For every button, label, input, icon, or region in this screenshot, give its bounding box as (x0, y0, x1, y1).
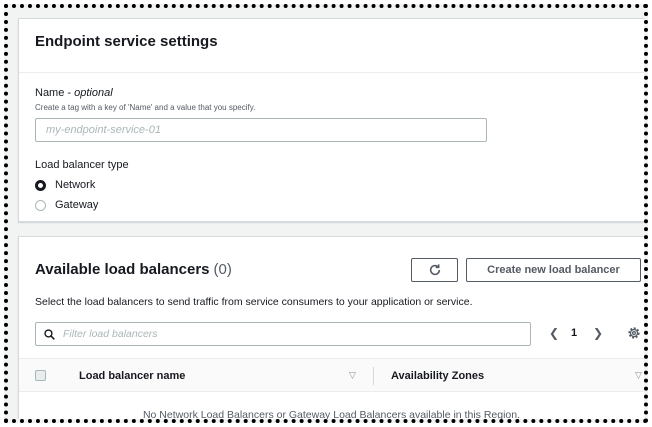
available-description: Select the load balancers to send traffi… (35, 296, 473, 308)
radio-unselected-icon[interactable] (35, 199, 46, 211)
radio-selected-icon[interactable] (35, 179, 46, 191)
name-optional-text: optional (74, 87, 113, 99)
available-title: Available load balancers (0) (35, 261, 232, 278)
radio-network[interactable]: Network (35, 179, 95, 191)
next-page-icon[interactable]: ❯ (593, 326, 603, 340)
sort-icon[interactable]: ▽ (349, 370, 356, 381)
select-all-checkbox[interactable] (35, 370, 46, 381)
filter-box[interactable] (35, 322, 531, 346)
settings-title: Endpoint service settings (35, 33, 218, 50)
radio-network-label: Network (55, 179, 96, 191)
name-input[interactable] (35, 118, 487, 142)
column-header-name[interactable]: Load balancer name (79, 370, 185, 382)
filter-input[interactable] (63, 328, 530, 340)
create-load-balancer-button[interactable]: Create new load balancer (466, 258, 641, 282)
refresh-icon (429, 264, 440, 276)
endpoint-service-settings-panel: Endpoint service settings Name - optiona… (18, 18, 644, 222)
table-header: Load balancer name ▽ Availability Zones … (19, 358, 644, 392)
radio-gateway-label: Gateway (55, 199, 99, 211)
prev-page-icon[interactable]: ❮ (549, 326, 559, 340)
gear-icon[interactable] (627, 326, 641, 340)
column-divider (373, 367, 374, 385)
search-icon (44, 328, 55, 340)
name-description: Create a tag with a key of 'Name' and a … (35, 103, 256, 112)
load-balancer-type-label: Load balancer type (35, 159, 129, 171)
empty-table-message: No Network Load Balancers or Gateway Loa… (142, 409, 521, 421)
column-header-availability-zones[interactable]: Availability Zones (391, 370, 484, 382)
screenshot-frame: Endpoint service settings Name - optiona… (4, 4, 648, 423)
available-count: (0) (213, 261, 232, 278)
settings-header: Endpoint service settings (19, 19, 644, 73)
sort-icon[interactable]: ▽ (635, 370, 642, 381)
page-number[interactable]: 1 (571, 327, 577, 339)
available-title-text: Available load balancers (35, 261, 210, 278)
radio-gateway[interactable]: Gateway (35, 199, 98, 211)
name-label-text: Name - (35, 87, 75, 99)
refresh-button[interactable] (411, 258, 458, 282)
available-load-balancers-panel: Available load balancers (0) Create new l… (18, 236, 644, 421)
name-label: Name - optional (35, 87, 113, 99)
